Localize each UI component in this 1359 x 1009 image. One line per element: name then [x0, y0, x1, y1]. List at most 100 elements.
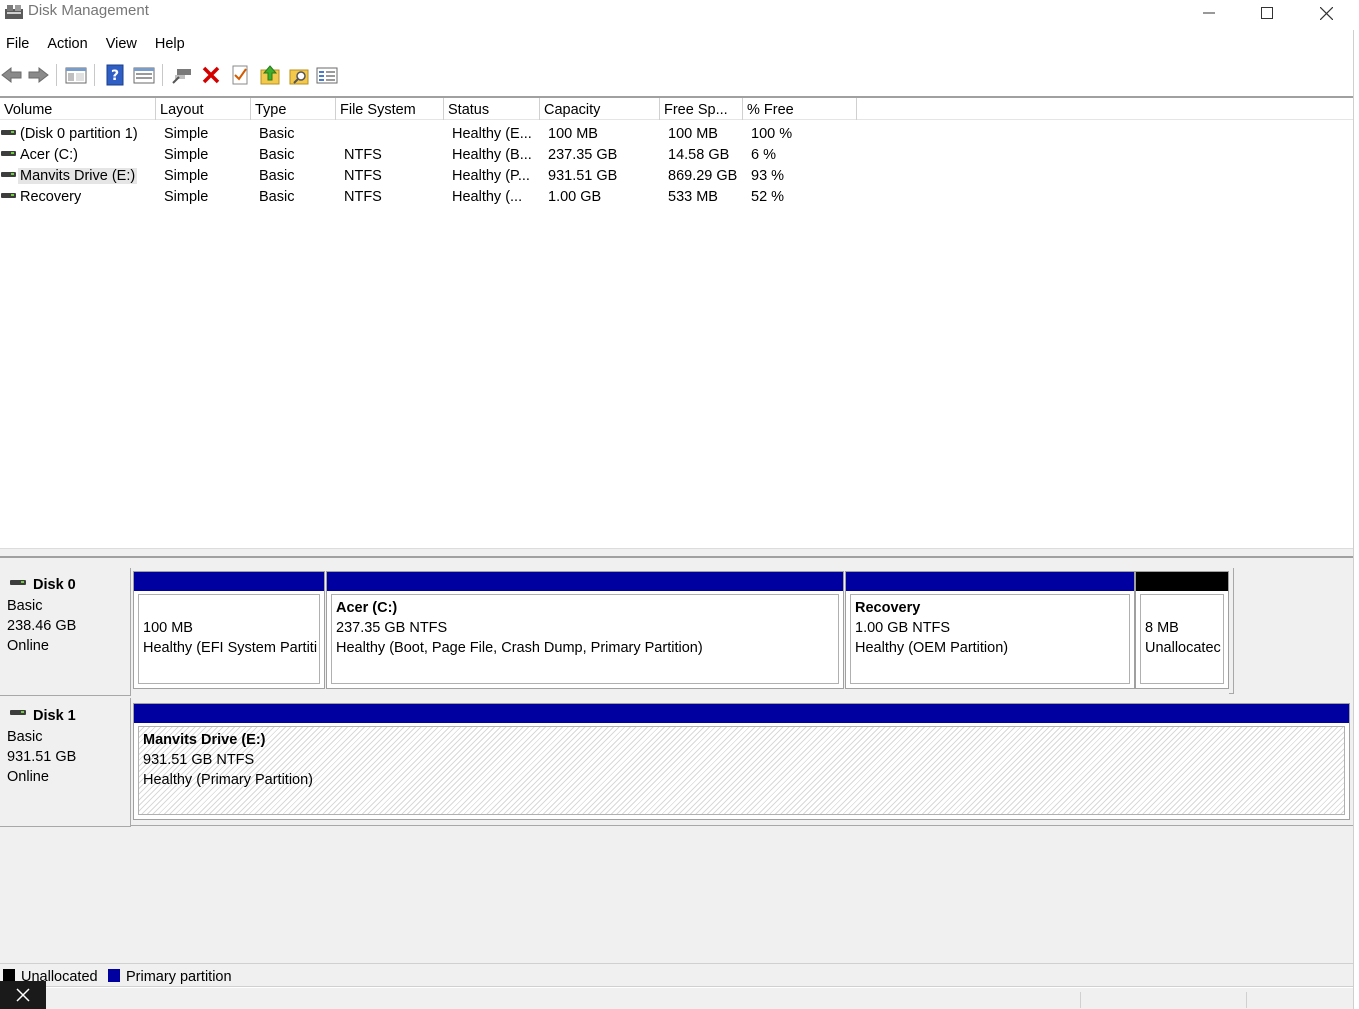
help-button[interactable]: ? — [103, 63, 127, 87]
connect-button[interactable] — [170, 63, 194, 87]
percent-free-cell: 93 % — [751, 168, 785, 184]
column-header-type[interactable]: Type — [251, 98, 336, 120]
maximize-icon — [1261, 7, 1273, 19]
forward-icon — [28, 66, 49, 84]
upload-icon — [260, 65, 280, 85]
status-cell: Healthy (B... — [452, 147, 532, 163]
partition-bar — [134, 572, 324, 591]
check-icon — [232, 65, 248, 85]
menu-help[interactable]: Help — [149, 32, 192, 58]
partition-body: 8 MB Unallocatec — [1140, 594, 1224, 684]
upload-button[interactable] — [258, 63, 282, 87]
volume-cell: Manvits Drive (E:) — [18, 168, 138, 184]
table-row[interactable]: Manvits Drive (E:) Simple Basic NTFS Hea… — [0, 166, 1355, 187]
disk-management-icon — [5, 5, 23, 19]
properties-button[interactable] — [132, 63, 156, 87]
pane-splitter[interactable] — [0, 548, 1355, 558]
forward-button[interactable] — [26, 63, 50, 87]
disk-icon — [10, 710, 26, 715]
menu-bar: File Action View Help — [0, 32, 1359, 58]
column-header-file-system[interactable]: File System — [336, 98, 444, 120]
partition-body: Manvits Drive (E:) 931.51 GB NTFS Health… — [138, 726, 1345, 815]
list-header: Volume Layout Type File System Status Ca… — [0, 98, 1355, 120]
partition-unallocated[interactable]: 8 MB Unallocatec — [1135, 571, 1229, 689]
free-cell: 14.58 GB — [668, 147, 730, 163]
check-button[interactable] — [228, 63, 252, 87]
overlay-close-button[interactable] — [0, 981, 46, 1009]
disk-1-info[interactable]: Disk 1 Basic 931.51 GB Online — [0, 698, 131, 827]
graphical-view: Disk 0 Basic 238.46 GB Online 100 MB Hea… — [0, 558, 1355, 963]
connect-icon — [172, 69, 191, 84]
type-cell: Basic — [259, 168, 295, 184]
show-hide-console-tree-button[interactable] — [64, 63, 88, 87]
status-bar — [0, 988, 1359, 1009]
free-cell: 533 MB — [668, 189, 718, 205]
partition-recovery[interactable]: Recovery 1.00 GB NTFS Healthy (OEM Parti… — [845, 571, 1135, 689]
partition-status: Healthy (EFI System Partiti — [143, 640, 318, 656]
volume-icon — [1, 193, 16, 198]
show-hide-console-tree-icon — [65, 67, 87, 84]
partition-status: Healthy (Primary Partition) — [143, 772, 314, 788]
back-button[interactable] — [0, 63, 24, 87]
delete-icon — [202, 66, 220, 84]
legend-swatch-primary — [108, 969, 120, 982]
column-header-free-space[interactable]: Free Sp... — [660, 98, 743, 120]
back-icon — [1, 66, 22, 84]
column-header-percent-free[interactable]: % Free — [743, 98, 857, 120]
free-cell: 100 MB — [668, 126, 718, 142]
minimize-button[interactable] — [1180, 0, 1238, 26]
volume-list: Volume Layout Type File System Status Ca… — [0, 96, 1355, 548]
percent-free-cell: 6 % — [751, 147, 776, 163]
column-header-status[interactable]: Status — [444, 98, 540, 120]
legend-label-primary: Primary partition — [126, 969, 232, 985]
disk-0-info[interactable]: Disk 0 Basic 238.46 GB Online — [0, 568, 131, 696]
fs-cell: NTFS — [344, 147, 382, 163]
table-row[interactable]: Recovery Simple Basic NTFS Healthy (... … — [0, 187, 1355, 208]
close-button[interactable] — [1297, 0, 1355, 26]
menu-file[interactable]: File — [0, 32, 36, 58]
disk-0-frame-edge — [1229, 568, 1234, 694]
partition-status: Healthy (Boot, Page File, Crash Dump, Pr… — [336, 640, 703, 656]
layout-cell: Simple — [164, 189, 209, 205]
partition-title: Manvits Drive (E:) — [143, 732, 266, 748]
fs-cell: NTFS — [344, 189, 382, 205]
volume-icon — [1, 172, 16, 177]
column-header-volume[interactable]: Volume — [0, 98, 156, 120]
partition-body: 100 MB Healthy (EFI System Partiti — [138, 594, 320, 684]
settings-button[interactable] — [315, 63, 339, 87]
window-title: Disk Management — [28, 2, 149, 19]
partition-efi[interactable]: 100 MB Healthy (EFI System Partiti — [133, 571, 325, 689]
partition-status: Healthy (OEM Partition) — [855, 640, 1009, 656]
menu-view[interactable]: View — [100, 32, 144, 58]
settings-icon — [316, 67, 338, 84]
volume-cell: Acer (C:) — [20, 147, 78, 163]
status-separator — [1246, 992, 1247, 1008]
partition-title: Acer (C:) — [336, 600, 398, 616]
status-cell: Healthy (... — [452, 189, 523, 205]
type-cell: Basic — [259, 126, 295, 142]
table-row[interactable]: Acer (C:) Simple Basic NTFS Healthy (B..… — [0, 145, 1355, 166]
search-button[interactable] — [287, 63, 311, 87]
type-cell: Basic — [259, 189, 295, 205]
column-header-layout[interactable]: Layout — [156, 98, 251, 120]
partition-size: 8 MB — [1145, 620, 1179, 636]
delete-button[interactable] — [199, 63, 223, 87]
toolbar-separator — [94, 64, 95, 86]
status-cell: Healthy (P... — [452, 168, 530, 184]
disk-kind: Basic — [7, 729, 43, 745]
partition-size: 100 MB — [143, 620, 193, 636]
partition-bar — [846, 572, 1134, 591]
partition-manvits-drive-e[interactable]: Manvits Drive (E:) 931.51 GB NTFS Health… — [133, 703, 1350, 820]
menu-action[interactable]: Action — [41, 32, 94, 58]
disk-size: 238.46 GB — [7, 618, 77, 634]
table-row[interactable]: (Disk 0 partition 1) Simple Basic Health… — [0, 124, 1355, 145]
help-icon: ? — [106, 64, 124, 86]
column-header-capacity[interactable]: Capacity — [540, 98, 660, 120]
disk-kind: Basic — [7, 598, 43, 614]
partition-acer-c[interactable]: Acer (C:) 237.35 GB NTFS Healthy (Boot, … — [326, 571, 844, 689]
volume-cell: (Disk 0 partition 1) — [20, 126, 138, 142]
maximize-button[interactable] — [1238, 0, 1296, 26]
volume-icon — [1, 151, 16, 156]
volume-icon — [1, 130, 16, 135]
partition-size: 1.00 GB NTFS — [855, 620, 951, 636]
